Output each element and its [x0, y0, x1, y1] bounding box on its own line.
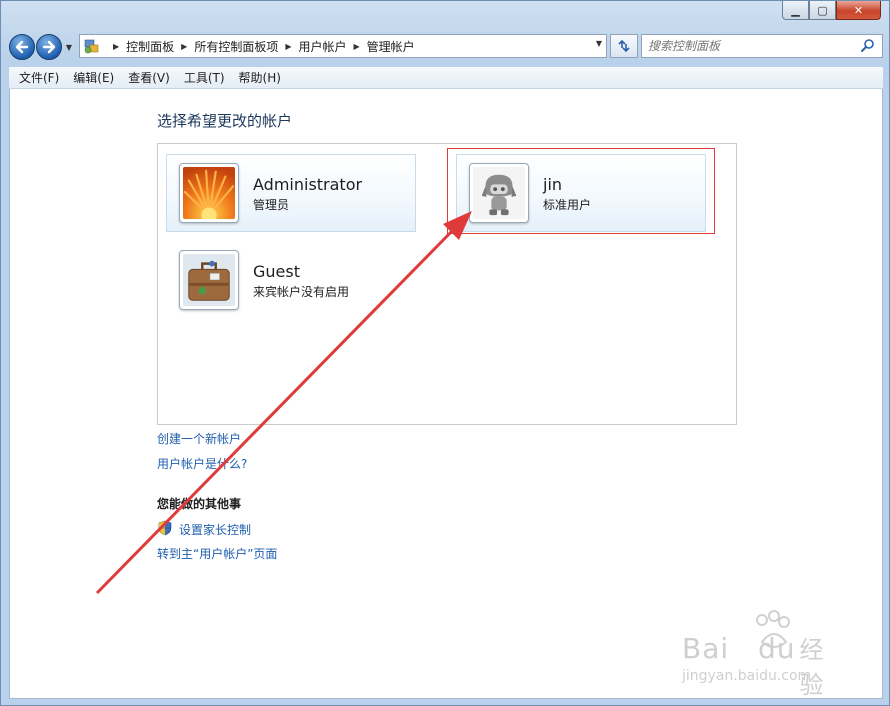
caption-buttons: ▁ ▢ ✕ — [782, 1, 881, 20]
shield-icon — [158, 520, 172, 536]
control-panel-icon — [84, 39, 99, 54]
watermark-url: jingyan.baidu.com — [682, 668, 812, 684]
create-account-link[interactable]: 创建一个新帐户 — [157, 430, 241, 447]
breadcrumb-all-items[interactable]: 所有控制面板项 — [194, 38, 278, 55]
maximize-button[interactable]: ▢ — [809, 1, 836, 20]
suitcase-avatar — [179, 250, 239, 310]
watermark-cn: 经验 — [799, 636, 825, 699]
what-is-user-account-link[interactable]: 用户帐户是什么? — [157, 455, 247, 472]
search-box[interactable] — [641, 34, 883, 58]
account-role: 来宾帐户没有启用 — [253, 285, 350, 299]
breadcrumb-manage-accounts[interactable]: 管理帐户 — [367, 38, 415, 55]
user-accounts-home-link[interactable]: 转到主“用户帐户”页面 — [157, 545, 277, 562]
watermark-brand-du: du — [758, 632, 796, 665]
menu-tools[interactable]: 工具(T) — [178, 69, 231, 86]
address-bar[interactable]: ▶ 控制面板 ▶ 所有控制面板项 ▶ 用户帐户 ▶ 管理帐户 ▼ — [79, 34, 607, 58]
forward-arrow-icon[interactable] — [36, 34, 62, 60]
menu-file[interactable]: 文件(F) — [13, 69, 65, 86]
watermark-brand: Bai — [682, 632, 730, 665]
menu-help[interactable]: 帮助(H) — [233, 69, 287, 86]
recent-pages-dropdown-icon[interactable]: ▼ — [63, 43, 75, 52]
account-name: Administrator — [253, 175, 363, 194]
search-input[interactable] — [648, 39, 848, 53]
menu-edit[interactable]: 编辑(E) — [67, 69, 120, 86]
search-icon[interactable] — [860, 38, 876, 54]
menu-bar: 文件(F) 编辑(E) 查看(V) 工具(T) 帮助(H) — [9, 67, 883, 89]
control-panel-window: ▁ ▢ ✕ ▼ ▶ 控制面板▶ 所有控制面板项▶ 用户帐户▶ 管理帐户 ▼ — [0, 0, 890, 706]
annotation-highlight-box — [447, 148, 715, 234]
baidu-watermark: Bai du 经验 jingyan.baidu.com — [682, 608, 842, 699]
page-title: 选择希望更改的帐户 — [157, 112, 293, 130]
account-tile-administrator[interactable]: Administrator 管理员 — [166, 154, 416, 232]
account-role: 管理员 — [253, 198, 290, 212]
menu-view[interactable]: 查看(V) — [122, 69, 176, 86]
breadcrumb-control-panel[interactable]: 控制面板 — [126, 38, 174, 55]
other-tasks-heading: 您能做的其他事 — [157, 497, 242, 511]
flower-avatar — [179, 163, 239, 223]
close-button[interactable]: ✕ — [836, 1, 881, 20]
back-arrow-icon[interactable] — [9, 34, 35, 60]
parental-controls-link[interactable]: 设置家长控制 — [179, 521, 251, 538]
account-name: Guest — [253, 262, 300, 281]
refresh-button[interactable] — [610, 34, 638, 58]
account-tile-guest[interactable]: Guest 来宾帐户没有启用 — [166, 241, 416, 319]
refresh-icon — [618, 39, 630, 53]
breadcrumb-user-accounts[interactable]: 用户帐户 — [299, 38, 347, 55]
navigation-bar: ▼ ▶ 控制面板 ▶ 所有控制面板项 ▶ 用户帐户 ▶ 管理帐户 ▼ — [9, 31, 883, 63]
minimize-button[interactable]: ▁ — [782, 1, 809, 20]
address-dropdown-icon[interactable]: ▼ — [596, 39, 602, 48]
